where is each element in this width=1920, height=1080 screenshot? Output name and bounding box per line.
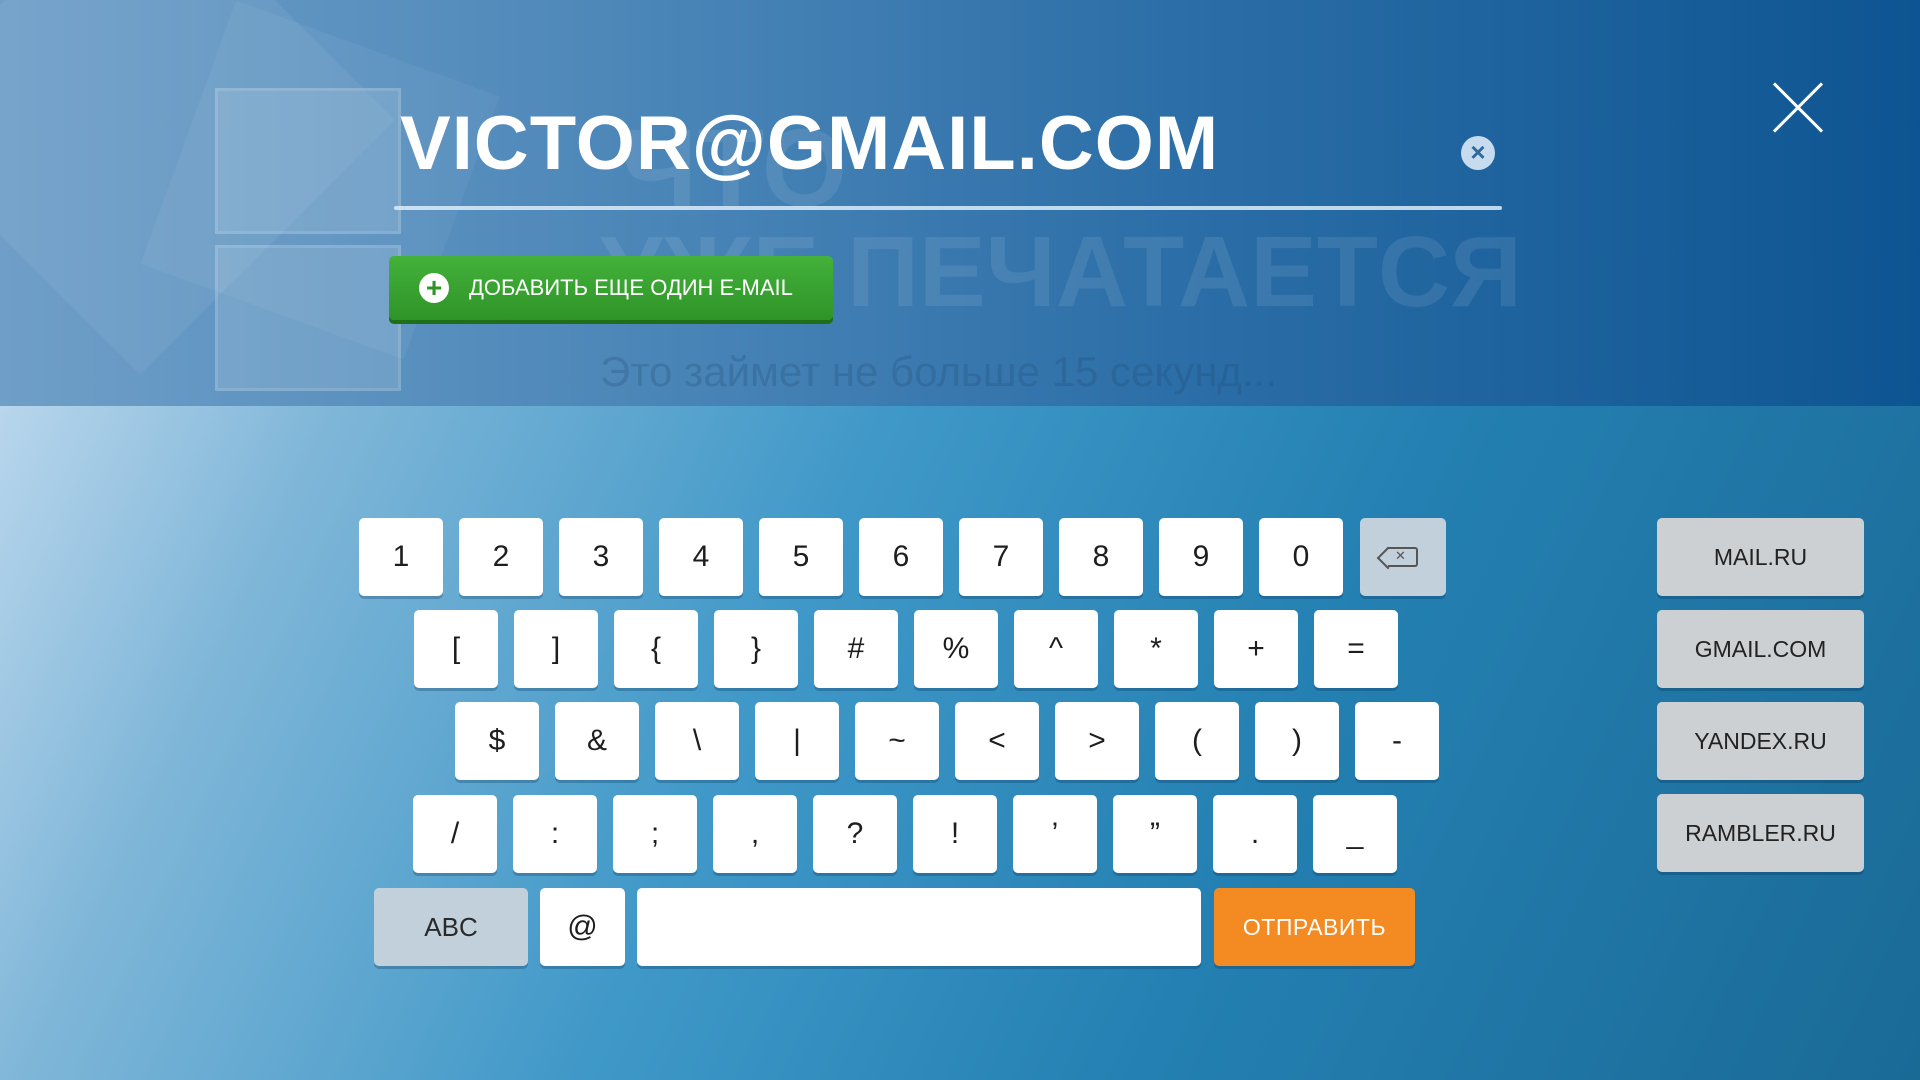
- key[interactable]: ’: [1013, 795, 1097, 873]
- at-key[interactable]: @: [540, 888, 625, 966]
- key[interactable]: ^: [1014, 610, 1098, 688]
- key[interactable]: #: [814, 610, 898, 688]
- close-icon[interactable]: [1770, 80, 1826, 136]
- key[interactable]: ): [1255, 702, 1339, 780]
- key[interactable]: !: [913, 795, 997, 873]
- key[interactable]: 6: [859, 518, 943, 596]
- backspace-icon: [1388, 547, 1418, 567]
- key[interactable]: ,: [713, 795, 797, 873]
- email-field[interactable]: VICTOR@GMAIL.COM: [400, 100, 1219, 187]
- key[interactable]: 2: [459, 518, 543, 596]
- key[interactable]: ]: [514, 610, 598, 688]
- key[interactable]: <: [955, 702, 1039, 780]
- clear-icon[interactable]: ×: [1461, 136, 1495, 170]
- key[interactable]: ”: [1113, 795, 1197, 873]
- domain-key[interactable]: RAMBLER.RU: [1657, 794, 1864, 872]
- key[interactable]: *: [1114, 610, 1198, 688]
- key[interactable]: 3: [559, 518, 643, 596]
- space-key[interactable]: [637, 888, 1201, 966]
- key[interactable]: 4: [659, 518, 743, 596]
- key[interactable]: =: [1314, 610, 1398, 688]
- key[interactable]: +: [1214, 610, 1298, 688]
- domain-key[interactable]: MAIL.RU: [1657, 518, 1864, 596]
- key[interactable]: 7: [959, 518, 1043, 596]
- backspace-key[interactable]: [1360, 518, 1446, 596]
- key[interactable]: /: [413, 795, 497, 873]
- key[interactable]: |: [755, 702, 839, 780]
- key[interactable]: \: [655, 702, 739, 780]
- key[interactable]: ;: [613, 795, 697, 873]
- domain-key[interactable]: GMAIL.COM: [1657, 610, 1864, 688]
- plus-icon: +: [419, 273, 449, 303]
- key[interactable]: (: [1155, 702, 1239, 780]
- key[interactable]: ?: [813, 795, 897, 873]
- keyboard-panel: 1 2 3 4 5 6 7 8 9 0 []{} #% ^ * + = $ & \ | ~ < >() - /:;,?!’”. _…: [0, 406, 1920, 1080]
- abc-key[interactable]: ABC: [374, 888, 528, 966]
- key[interactable]: 5: [759, 518, 843, 596]
- key[interactable]: -: [1355, 702, 1439, 780]
- key[interactable]: _: [1313, 795, 1397, 873]
- key[interactable]: 8: [1059, 518, 1143, 596]
- email-field-underline: [394, 206, 1502, 210]
- key[interactable]: .: [1213, 795, 1297, 873]
- key[interactable]: 9: [1159, 518, 1243, 596]
- key[interactable]: ~: [855, 702, 939, 780]
- key[interactable]: $: [455, 702, 539, 780]
- header-panel: ЧТО УЖЕ ПЕЧАТАЕТСЯ Это займет не больше …: [0, 0, 1920, 406]
- background-photo: [215, 245, 401, 391]
- key[interactable]: :: [513, 795, 597, 873]
- key[interactable]: {: [614, 610, 698, 688]
- key[interactable]: 0: [1259, 518, 1343, 596]
- key[interactable]: }: [714, 610, 798, 688]
- send-button[interactable]: ОТПРАВИТЬ: [1214, 888, 1415, 966]
- key[interactable]: >: [1055, 702, 1139, 780]
- key[interactable]: [: [414, 610, 498, 688]
- add-email-label: ДОБАВИТЬ ЕЩЕ ОДИН E-MAIL: [469, 275, 793, 300]
- background-photo: [215, 88, 401, 234]
- key[interactable]: %: [914, 610, 998, 688]
- add-email-button[interactable]: + ДОБАВИТЬ ЕЩЕ ОДИН E-MAIL: [389, 256, 833, 320]
- domain-key[interactable]: YANDEX.RU: [1657, 702, 1864, 780]
- background-subtitle: Это займет не больше 15 секунд...: [600, 348, 1277, 395]
- key[interactable]: &: [555, 702, 639, 780]
- key[interactable]: 1: [359, 518, 443, 596]
